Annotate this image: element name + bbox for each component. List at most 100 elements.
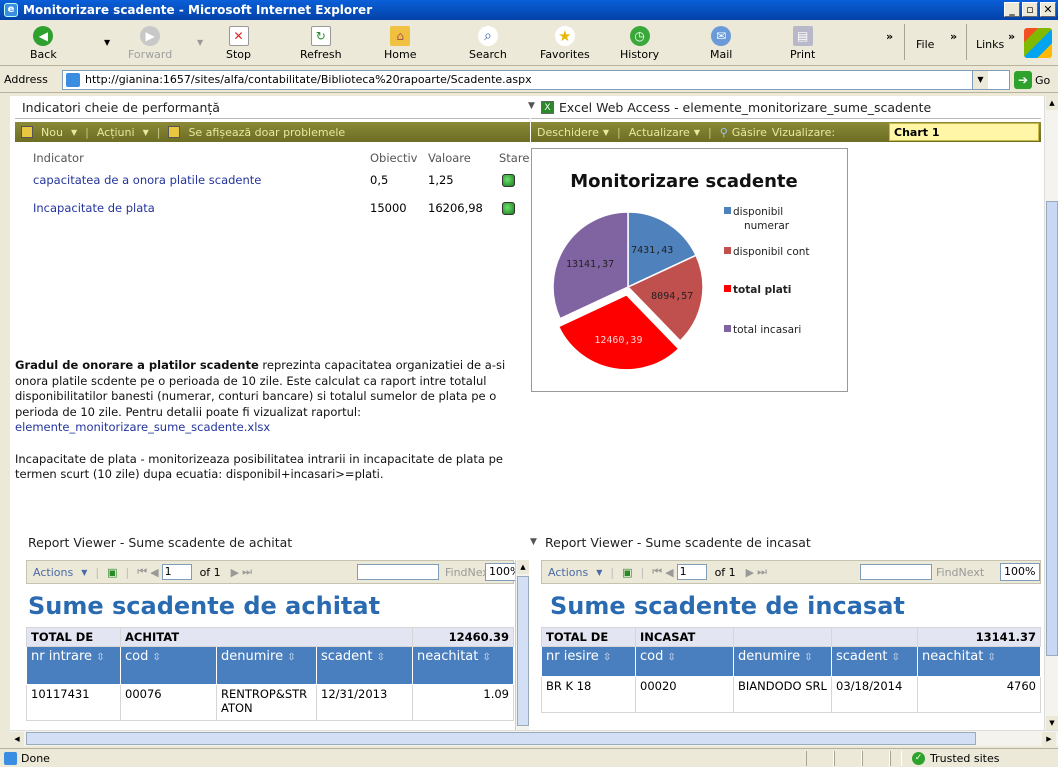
find-input[interactable]: [860, 564, 932, 580]
col-header-cod[interactable]: cod ⇳: [120, 646, 217, 685]
page-vertical-scrollbar[interactable]: ▲ ▼: [1044, 96, 1058, 730]
export-icon[interactable]: ▣: [622, 566, 632, 579]
refresh-button[interactable]: ↻ Refresh: [300, 21, 342, 65]
col-header-nr[interactable]: nr intrare ⇳: [26, 646, 121, 685]
scroll-up-icon[interactable]: ▲: [1046, 96, 1058, 110]
kpi-filter-toggle[interactable]: Se afișează doar problemele: [188, 126, 345, 139]
file-menu[interactable]: File: [916, 38, 934, 51]
sort-icon[interactable]: ⇳: [988, 652, 996, 663]
links-menu[interactable]: Links: [976, 38, 1004, 51]
col-header-denumire[interactable]: denumire ⇳: [216, 646, 317, 685]
back-dropdown-icon[interactable]: ▼: [104, 38, 110, 47]
report-left-scrollbar[interactable]: ▲: [515, 560, 529, 730]
cell-cod: 00076: [120, 684, 217, 721]
forward-dropdown-icon[interactable]: ▼: [197, 38, 203, 47]
open-dropdown-icon[interactable]: ▼: [603, 128, 609, 137]
menu-overflow-icon[interactable]: »: [950, 30, 957, 43]
excel-find-button[interactable]: Găsire: [732, 126, 767, 139]
history-button[interactable]: ◷ History: [620, 21, 659, 65]
col-header-scadent[interactable]: scadent ⇳: [316, 646, 413, 685]
first-page-icon[interactable]: ⏮: [652, 565, 662, 579]
sort-icon[interactable]: ⇳: [96, 652, 104, 663]
kpi-webpart-menu-icon[interactable]: ▼: [528, 101, 535, 111]
report-left-actions-menu[interactable]: Actions: [33, 566, 73, 579]
toolbar-overflow-icon[interactable]: »: [886, 30, 893, 43]
browser-toolbar: ◀ Back ▼ ▶ Forward ▼ ✕ Stop ↻ Refresh ⌂ …: [0, 20, 1058, 66]
forward-button[interactable]: ▶ Forward: [128, 21, 172, 65]
status-green-icon: [502, 202, 515, 215]
legend-swatch: [724, 285, 731, 292]
excel-view-select[interactable]: Chart 1: [889, 123, 1039, 141]
excel-open-menu[interactable]: Deschidere: [537, 126, 599, 139]
go-button[interactable]: ➔ Go: [1014, 71, 1050, 89]
back-button[interactable]: ◀ Back: [30, 21, 57, 65]
new-dropdown-icon[interactable]: ▼: [71, 128, 77, 137]
kpi-actions-menu[interactable]: Acțiuni: [97, 126, 135, 139]
last-page-icon[interactable]: ⏭: [242, 565, 252, 579]
sort-icon[interactable]: ⇳: [287, 652, 295, 663]
sort-icon[interactable]: ⇳: [603, 652, 611, 663]
close-button[interactable]: ✕: [1040, 2, 1056, 17]
scroll-right-icon[interactable]: ▶: [1042, 732, 1056, 746]
update-dropdown-icon[interactable]: ▼: [694, 128, 700, 137]
home-button[interactable]: ⌂ Home: [384, 21, 416, 65]
search-button[interactable]: ⌕ Search: [469, 21, 507, 65]
favorites-button[interactable]: ★ Favorites: [540, 21, 590, 65]
h-scroll-thumb[interactable]: [26, 732, 976, 745]
total-value: 12460.39: [412, 627, 514, 647]
report-right-menu-icon[interactable]: ▼: [530, 537, 537, 547]
sort-icon[interactable]: ⇳: [804, 652, 812, 663]
pie-data-label: 13141,37: [566, 259, 614, 270]
description-heading: Gradul de onorare a platilor scadente: [15, 358, 259, 372]
export-icon[interactable]: ▣: [107, 566, 117, 579]
address-input[interactable]: http://gianina:1657/sites/alfa/contabili…: [62, 70, 1010, 90]
zoom-select[interactable]: 100%: [1000, 563, 1040, 581]
pie-chart-area: Monitorizare scadente 7431,43 8094,57 1246…: [531, 148, 848, 392]
col-header-neachitat[interactable]: neachitat ⇳: [412, 646, 514, 685]
next-page-icon[interactable]: ▶: [746, 566, 754, 579]
scroll-left-icon[interactable]: ◀: [10, 732, 24, 746]
prev-page-icon[interactable]: ◀: [665, 566, 673, 579]
kpi-indicator-link[interactable]: capacitatea de a onora platile scadente: [33, 173, 261, 187]
kpi-indicator-link[interactable]: Incapacitate de plata: [33, 201, 155, 215]
col-header-denumire[interactable]: denumire ⇳: [733, 646, 832, 677]
col-header-neachitat[interactable]: neachitat ⇳: [917, 646, 1041, 677]
print-button[interactable]: ▤ Print: [790, 21, 815, 65]
address-dropdown-icon[interactable]: ▼: [972, 71, 988, 89]
scroll-up-icon[interactable]: ▲: [517, 560, 529, 574]
page-horizontal-scrollbar[interactable]: ◀ ▶: [10, 730, 1058, 746]
actions-dropdown-icon[interactable]: ▼: [143, 128, 149, 137]
page-number-input[interactable]: 1: [676, 564, 707, 580]
excel-update-menu[interactable]: Actualizare: [629, 126, 690, 139]
next-page-icon[interactable]: ▶: [231, 566, 239, 579]
col-header-cod[interactable]: cod ⇳: [635, 646, 734, 677]
minimize-button[interactable]: _: [1004, 2, 1020, 17]
findnext-button[interactable]: FindNext: [936, 566, 984, 579]
sort-icon[interactable]: ⇳: [153, 652, 161, 663]
find-input[interactable]: [357, 564, 439, 580]
report-file-link[interactable]: elemente_monitorizare_sume_scadente.xlsx: [15, 420, 270, 434]
sort-icon[interactable]: ⇳: [483, 652, 491, 663]
kpi-new-menu[interactable]: Nou: [41, 126, 63, 139]
prev-page-icon[interactable]: ◀: [150, 566, 158, 579]
first-page-icon[interactable]: ⏮: [137, 565, 147, 579]
col-header-nr[interactable]: nr iesire ⇳: [541, 646, 636, 677]
scroll-thumb[interactable]: [1046, 201, 1058, 656]
sort-icon[interactable]: ⇳: [892, 652, 900, 663]
actions-dropdown-icon[interactable]: ▼: [81, 568, 87, 577]
restore-button[interactable]: ▫: [1022, 2, 1038, 17]
col-header-scadent[interactable]: scadent ⇳: [831, 646, 918, 677]
scroll-down-icon[interactable]: ▼: [1046, 716, 1058, 730]
stop-button[interactable]: ✕ Stop: [226, 21, 251, 65]
actions-dropdown-icon[interactable]: ▼: [596, 568, 602, 577]
scroll-thumb[interactable]: [517, 576, 529, 726]
last-page-icon[interactable]: ⏭: [757, 565, 767, 579]
links-overflow-icon[interactable]: »: [1008, 30, 1015, 43]
page-number-input[interactable]: 1: [161, 564, 192, 580]
sort-icon[interactable]: ⇳: [668, 652, 676, 663]
report-right-toolbar: Actions ▼ | ▣ | ⏮ ◀ 1 of 1 ▶ ⏭ FindNext …: [541, 560, 1041, 584]
insolvency-description: Incapacitate de plata - monitorizeaza po…: [15, 451, 503, 482]
sort-icon[interactable]: ⇳: [377, 652, 385, 663]
report-right-actions-menu[interactable]: Actions: [548, 566, 588, 579]
mail-button[interactable]: ✉ Mail: [710, 21, 732, 65]
